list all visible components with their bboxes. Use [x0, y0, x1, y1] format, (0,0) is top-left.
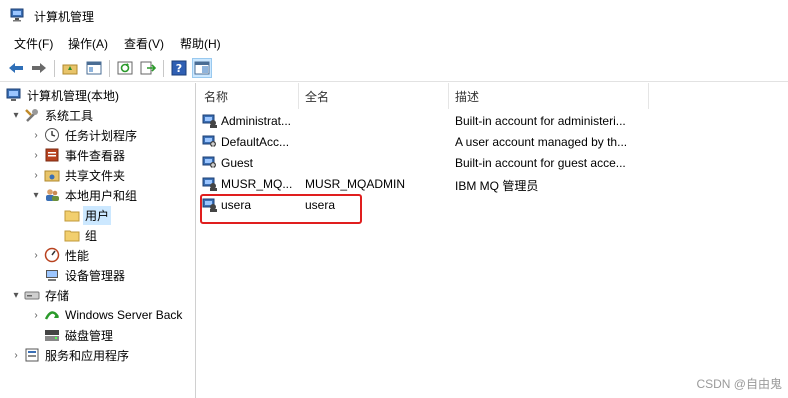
menu-view[interactable]: 查看(V) [124, 35, 164, 52]
tree-item-label: 设备管理器 [65, 268, 126, 283]
menu-file[interactable]: 文件(F) [14, 35, 53, 52]
windows-server-backup-icon [44, 307, 60, 323]
tree-item-services-applications[interactable]: › 服务和应用程序 [10, 345, 131, 365]
tree-item-label: 任务计划程序 [65, 128, 138, 143]
disk-management-icon [44, 327, 60, 343]
svg-text:?: ? [176, 62, 182, 75]
column-header-description[interactable]: 描述 [449, 83, 649, 109]
tree-item-disk-management[interactable]: 磁盘管理 [42, 325, 115, 345]
chevron-right-icon[interactable]: › [30, 150, 42, 161]
tree-item-groups[interactable]: 组 [62, 225, 99, 245]
tree-item-windows-server-backup[interactable]: › Windows Server Back [30, 305, 184, 325]
tree-item-label: 本地用户和组 [65, 188, 138, 203]
toolbar-separator [109, 60, 110, 77]
services-applications-icon [24, 347, 40, 363]
menu-action[interactable]: 操作(A) [68, 35, 108, 52]
tree-item-label: 事件查看器 [65, 148, 126, 163]
chevron-down-icon[interactable]: ▾ [10, 110, 22, 121]
local-users-groups-icon [44, 187, 60, 203]
export-list-icon[interactable] [138, 58, 158, 78]
tree-item-label: 计算机管理(本地) [27, 88, 119, 103]
user-icon [202, 113, 218, 129]
toolbar: ? [0, 55, 788, 82]
performance-icon [44, 247, 60, 263]
tree-item-label: 组 [85, 228, 98, 243]
tree-item-label: 性能 [65, 248, 90, 263]
tree-item-label: 存储 [45, 288, 70, 303]
tree-item-event-viewer[interactable]: › 事件查看器 [30, 145, 127, 165]
toolbar-separator [54, 60, 55, 77]
up-folder-icon[interactable] [60, 58, 80, 78]
forward-icon[interactable] [29, 58, 49, 78]
folder-icon [64, 227, 80, 243]
user-name: Guest [221, 156, 254, 170]
tree-item-storage[interactable]: ▾ 存储 [10, 285, 71, 305]
user-description: Built-in account for guest acce... [455, 156, 626, 170]
device-manager-icon [44, 267, 60, 283]
tree-item-label: 系统工具 [45, 108, 94, 123]
folder-icon [64, 207, 80, 223]
properties-pane-icon[interactable] [192, 58, 212, 78]
list-item[interactable]: MUSR_MQ... MUSR_MQADMIN IBM MQ 管理员 [198, 174, 788, 195]
shared-folders-icon [44, 167, 60, 183]
user-name: Administrat... [221, 114, 292, 128]
event-viewer-icon [44, 147, 60, 163]
tree-item-device-manager[interactable]: 设备管理器 [42, 265, 127, 285]
user-description: Built-in account for administeri... [455, 114, 626, 128]
menu-help[interactable]: 帮助(H) [180, 35, 221, 52]
user-name: MUSR_MQ... [221, 177, 293, 191]
window-title: 计算机管理 [34, 10, 95, 24]
user-icon [202, 155, 218, 171]
chevron-right-icon[interactable]: › [30, 170, 42, 181]
help-icon[interactable]: ? [169, 58, 189, 78]
tree-item-label: 磁盘管理 [65, 328, 114, 343]
computer-management-icon [6, 87, 22, 103]
tree-item-performance[interactable]: › 性能 [30, 245, 91, 265]
tree-item-label: 用户 [83, 205, 112, 225]
user-fullname: MUSR_MQADMIN [305, 177, 406, 191]
back-icon[interactable] [6, 58, 26, 78]
chevron-down-icon[interactable]: ▾ [30, 190, 42, 201]
tree-item-users[interactable]: 用户 [62, 205, 112, 225]
chevron-right-icon[interactable]: › [30, 130, 42, 141]
chevron-right-icon[interactable]: › [30, 250, 42, 261]
list-item[interactable]: Guest Built-in account for guest acce... [198, 153, 788, 174]
navigation-tree: 计算机管理(本地) ▾ 系统工具 › 任务计划程序 › 事件查看器 › 共享文件… [0, 83, 196, 398]
column-header-fullname[interactable]: 全名 [299, 83, 449, 109]
tree-item-computer-management[interactable]: 计算机管理(本地) [4, 85, 121, 105]
tree-item-task-scheduler[interactable]: › 任务计划程序 [30, 125, 139, 145]
computer-management-icon [10, 8, 26, 22]
highlight-box [200, 194, 362, 224]
tree-item-system-tools[interactable]: ▾ 系统工具 [10, 105, 95, 125]
refresh-icon[interactable] [115, 58, 135, 78]
menu-bar: 文件(F) 操作(A) 查看(V) 帮助(H) [0, 32, 788, 54]
title-bar: 计算机管理 [0, 0, 788, 32]
user-description: A user account managed by th... [455, 135, 628, 149]
user-list: 名称 全名 描述 Administrat... Built-in account… [198, 83, 788, 398]
chevron-right-icon[interactable]: › [10, 350, 22, 361]
toolbar-separator [163, 60, 164, 77]
list-item[interactable]: DefaultAcc... A user account managed by … [198, 132, 788, 153]
task-scheduler-icon [44, 127, 60, 143]
chevron-right-icon[interactable]: › [30, 310, 42, 321]
system-tools-icon [24, 107, 40, 123]
watermark: CSDN @自由鬼 [696, 377, 782, 391]
show-hide-tree-icon[interactable] [84, 58, 104, 78]
list-item[interactable]: Administrat... Built-in account for admi… [198, 111, 788, 132]
user-icon [202, 134, 218, 150]
user-icon [202, 176, 218, 192]
user-name: DefaultAcc... [221, 135, 290, 149]
tree-item-label: Windows Server Back [65, 308, 183, 322]
column-header-name[interactable]: 名称 [198, 83, 299, 109]
chevron-down-icon[interactable]: ▾ [10, 290, 22, 301]
tree-item-local-users-groups[interactable]: ▾ 本地用户和组 [30, 185, 139, 205]
tree-item-label: 共享文件夹 [65, 168, 126, 183]
user-description: IBM MQ 管理员 [455, 179, 539, 193]
tree-item-label: 服务和应用程序 [45, 348, 130, 363]
storage-icon [24, 287, 40, 303]
tree-item-shared-folders[interactable]: › 共享文件夹 [30, 165, 127, 185]
